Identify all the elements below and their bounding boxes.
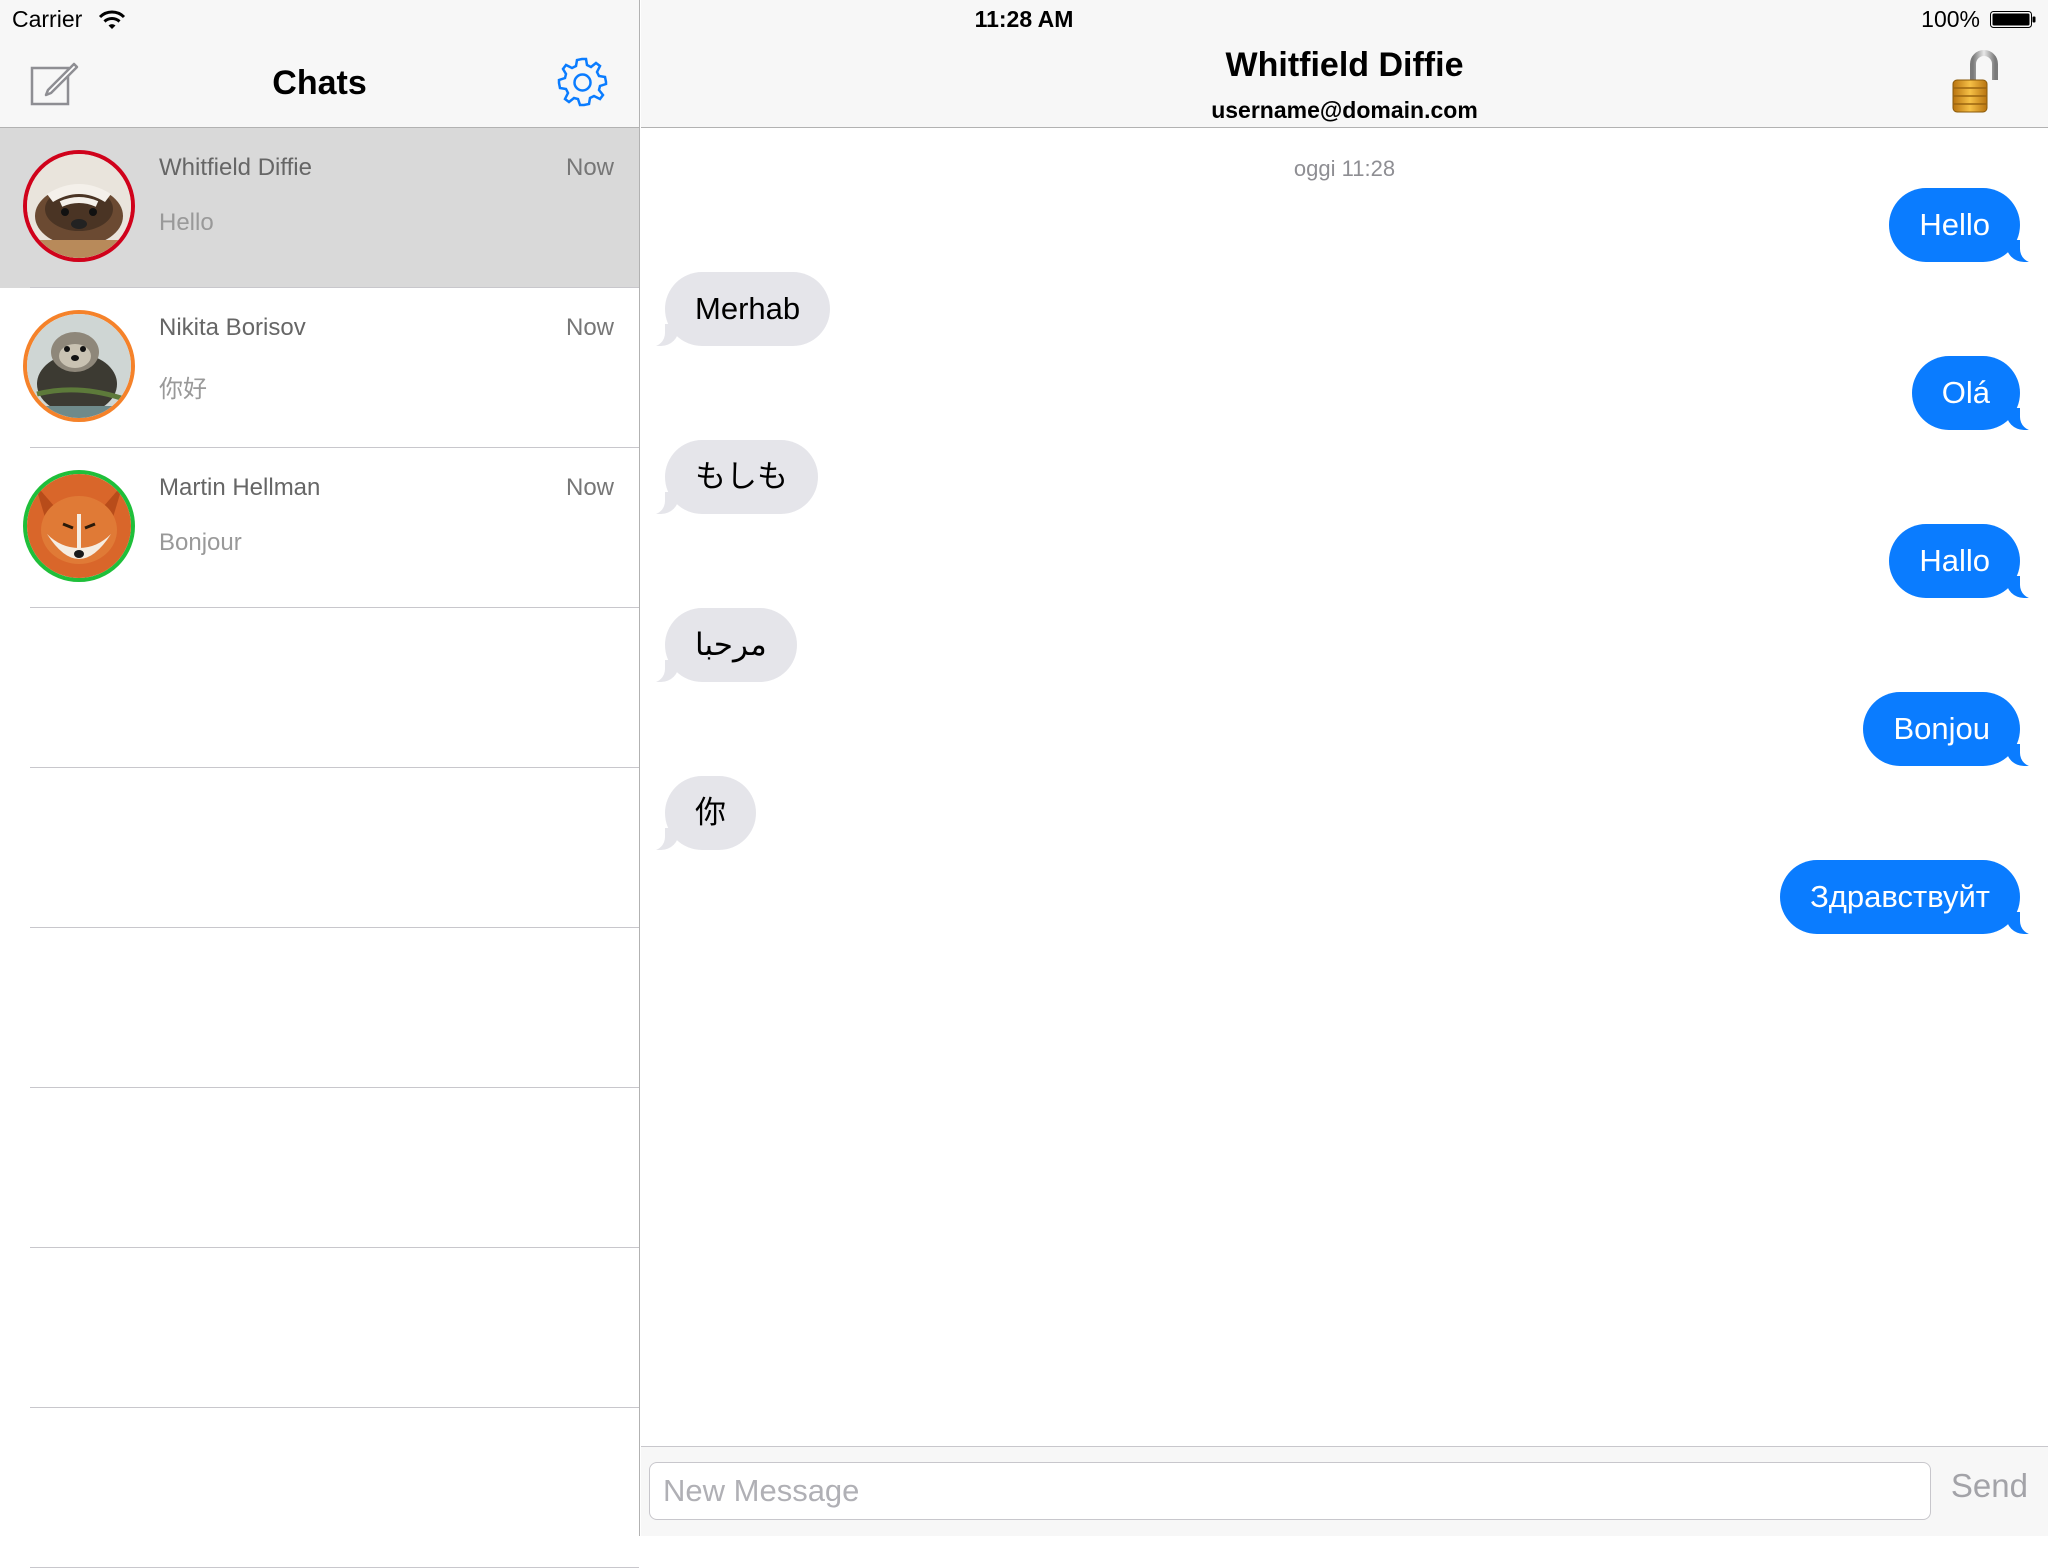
- empty-row: [0, 1248, 639, 1408]
- chat-name: Martin Hellman: [159, 474, 321, 501]
- chat-time: Now: [565, 154, 614, 181]
- empty-row: [0, 768, 639, 928]
- message-bubble-outgoing[interactable]: Здравствуйт: [1780, 860, 2038, 935]
- page-title: Chats: [272, 64, 367, 102]
- message-bubble-outgoing[interactable]: Hallo: [1889, 524, 2038, 599]
- empty-row: [0, 1408, 639, 1568]
- chat-preview: 你好: [159, 376, 207, 403]
- message-bubble-outgoing[interactable]: Hello: [1889, 188, 2038, 263]
- contact-name: Whitfield Diffie: [1225, 46, 1464, 84]
- message-bubble-incoming[interactable]: もしも: [647, 440, 818, 515]
- badger-avatar-image: [27, 154, 131, 258]
- contact-email: username@domain.com: [1211, 97, 1478, 123]
- chat-row-martin-hellman[interactable]: Martin Hellman Now Bonjour: [0, 448, 639, 608]
- empty-row: [0, 928, 639, 1088]
- message-bubble-incoming[interactable]: 你: [647, 776, 756, 851]
- chat-time: Now: [565, 314, 614, 341]
- chat-row-whitfield-diffie[interactable]: Whitfield Diffie Now Hello: [0, 128, 639, 288]
- avatar: [23, 310, 135, 422]
- empty-row: [0, 1088, 639, 1248]
- message-input[interactable]: [649, 1462, 1931, 1520]
- chat-name: Whitfield Diffie: [159, 154, 312, 181]
- chat-list: Whitfield Diffie Now Hello Nikita Boriso…: [0, 128, 639, 1568]
- thread-timestamp: oggi 11:28: [1293, 156, 1396, 181]
- fox-avatar-image: [27, 474, 131, 578]
- send-button[interactable]: Send: [1951, 1467, 2028, 1505]
- battery-icon: [1990, 11, 2036, 28]
- gear-icon[interactable]: [555, 56, 609, 110]
- chat-row-nikita-borisov[interactable]: Nikita Borisov Now 你好: [0, 288, 639, 448]
- status-bar: Carrier 11:28 AM 100%: [0, 0, 2048, 40]
- avatar: [23, 150, 135, 262]
- chat-preview: Hello: [159, 209, 214, 236]
- clock: 11:28 AM: [974, 6, 1074, 32]
- unlocked-padlock-icon[interactable]: [1949, 50, 2001, 116]
- empty-row: [0, 608, 639, 768]
- otter-avatar-image: [27, 314, 131, 418]
- message-thread: oggi 11:28 Hello Merhab Olá もしも Hallo مر…: [641, 128, 2048, 1446]
- avatar: [23, 470, 135, 582]
- battery-percent: 100%: [1921, 6, 1980, 32]
- message-composer: Send: [641, 1446, 2048, 1536]
- message-bubble-incoming[interactable]: مرحبا: [647, 608, 797, 683]
- message-bubble-outgoing[interactable]: Olá: [1911, 356, 2039, 431]
- message-bubble-outgoing[interactable]: Bonjou: [1863, 692, 2038, 767]
- chat-name: Nikita Borisov: [159, 314, 306, 341]
- chat-preview: Bonjour: [159, 529, 242, 556]
- chat-list-pane: Chats Whitfield Diffie Now Hello Nikita …: [0, 0, 640, 1568]
- message-bubble-incoming[interactable]: Merhab: [646, 272, 831, 347]
- chat-time: Now: [565, 474, 614, 501]
